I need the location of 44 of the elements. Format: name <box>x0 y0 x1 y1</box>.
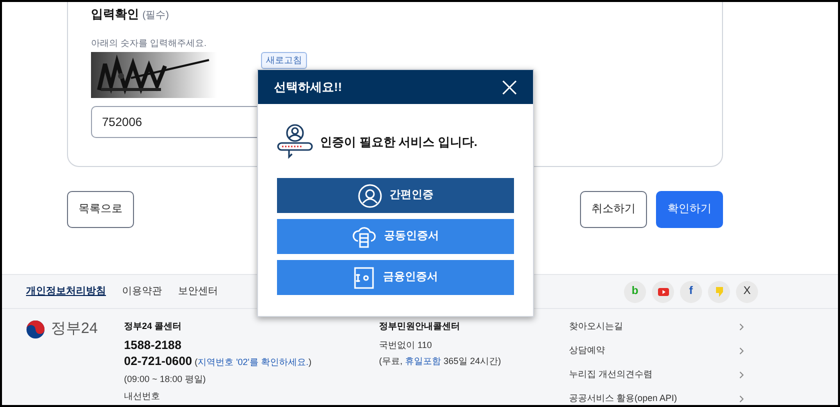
chevron-icon <box>739 323 744 331</box>
info-text: (09:00 ~ 18:00 평일) <box>124 373 207 386</box>
emblem-icon <box>26 320 45 339</box>
field-label: 입력확인 (필수) <box>91 6 170 23</box>
close-icon[interactable] <box>502 80 517 94</box>
phone-number: 1588-2188 <box>124 337 182 353</box>
safe-icon <box>353 266 375 288</box>
list-button[interactable]: 목록으로 <box>67 191 134 228</box>
footer-menu-item[interactable]: 상담예약 <box>569 339 744 363</box>
info-text: 02-721-0600 (지역번호 '02'를 확인하세요.) <box>124 353 313 370</box>
footer-link[interactable]: 개인정보처리방침 <box>26 284 106 299</box>
refresh-button[interactable]: 새로고침 <box>261 52 307 69</box>
info-text: 내선번호 <box>124 390 161 403</box>
auth-option-button[interactable]: 금융인증서 <box>277 260 514 295</box>
dialog-title: 선택하세요!! <box>274 79 342 96</box>
chevron-icon <box>739 395 744 403</box>
person-icon <box>358 184 382 208</box>
section-title: 정부민원안내콜센터 <box>379 320 461 333</box>
footer-menu-item[interactable]: 공공서비스 활용(open API) <box>569 387 744 405</box>
cancel-button[interactable]: 취소하기 <box>580 191 647 228</box>
cloud-server-icon <box>352 226 376 248</box>
info-text: 국번없이 110 <box>379 339 433 352</box>
facebook-link[interactable]: f <box>680 280 702 302</box>
info-link[interactable]: 휴일포함 <box>405 356 441 366</box>
footer-link[interactable]: 이용약관 <box>122 284 162 299</box>
section-title: 정부24 콜센터 <box>124 320 183 333</box>
chevron-icon <box>739 347 744 355</box>
footer-link[interactable]: 보안센터 <box>178 284 218 299</box>
confirm-button[interactable]: 확인하기 <box>656 191 723 228</box>
footer-menu-item[interactable]: 누리집 개선의견수렴 <box>569 363 744 387</box>
logo-text: 정부24 <box>51 319 98 339</box>
x-link[interactable]: X <box>736 280 758 302</box>
play-icon <box>658 288 668 296</box>
hint-text: 아래의 숫자를 입력해주세요. <box>91 37 208 49</box>
auth-option-button[interactable]: 공동인증서 <box>277 219 514 254</box>
auth-option-button[interactable]: 간편인증 <box>277 178 514 213</box>
video-link[interactable] <box>652 280 674 302</box>
chevron-icon <box>739 371 744 379</box>
authentication-icon <box>276 124 314 160</box>
info-link[interactable]: 지역번호 '02'를 확인하세요. <box>198 357 309 367</box>
footer-menu-item[interactable]: 찾아오시는길 <box>569 315 744 339</box>
dialog-message: 인증이 필요한 서비스 입니다. <box>320 134 478 151</box>
speech-mark-icon <box>716 286 722 296</box>
info-text: (무료, 휴일포함 365일 24시간) <box>379 355 502 368</box>
